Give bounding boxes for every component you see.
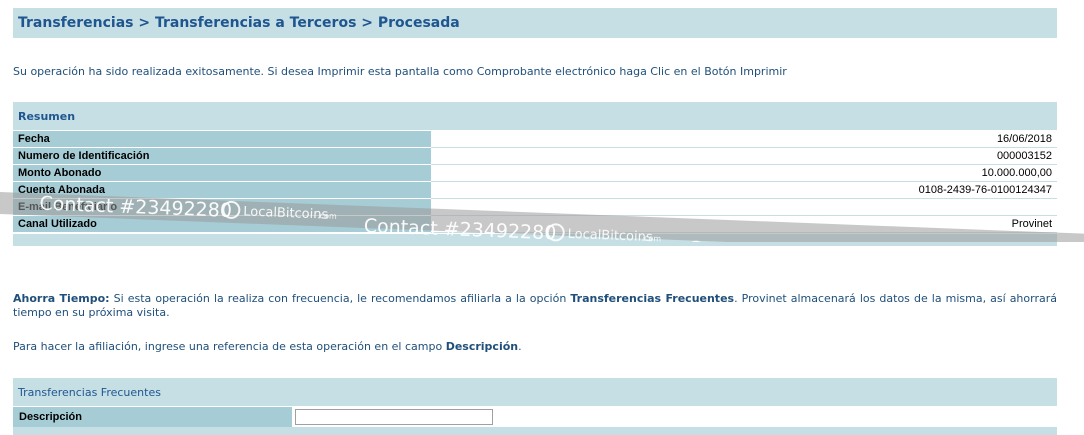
table-row: Numero de Identificación 000003152	[13, 147, 1057, 165]
row-value: Provinet	[431, 215, 1057, 233]
tip-bold: Transferencias Frecuentes	[570, 292, 735, 305]
affiliation-text: Para hacer la afiliación, ingrese una re…	[13, 340, 446, 353]
frequent-footer	[13, 428, 1057, 435]
summary-header: Resumen	[13, 102, 1057, 130]
frequent-header: Transferencias Frecuentes	[13, 378, 1057, 406]
affiliation-paragraph: Para hacer la afiliación, ingrese una re…	[13, 340, 1057, 354]
table-row: E-mail Beneficiario	[13, 198, 1057, 216]
tip-text: Si esta operación la realiza con frecuen…	[109, 292, 571, 305]
breadcrumb-bar: Transferencias > Transferencias a Tercer…	[13, 8, 1057, 38]
description-input[interactable]	[295, 409, 493, 425]
row-value: 0108-2439-76-0100124347	[431, 181, 1057, 199]
row-label: Fecha	[13, 131, 431, 148]
summary-footer	[13, 234, 1057, 246]
success-message: Su operación ha sido realizada exitosame…	[13, 65, 787, 78]
table-row: Monto Abonado 10.000.000,00	[13, 164, 1057, 182]
breadcrumb: Transferencias > Transferencias a Tercer…	[18, 15, 460, 31]
tip-paragraph: Ahorra Tiempo: Si esta operación la real…	[13, 292, 1057, 320]
affiliation-end: .	[518, 340, 522, 353]
row-label: Canal Utilizado	[13, 215, 431, 233]
summary-title: Resumen	[18, 110, 76, 123]
affiliation-bold: Descripción	[445, 340, 519, 353]
row-value: 10.000.000,00	[431, 164, 1057, 182]
description-label: Descripción	[13, 407, 292, 427]
description-row: Descripción	[13, 407, 1057, 428]
row-label: Numero de Identificación	[13, 147, 431, 165]
row-label: Monto Abonado	[13, 164, 431, 182]
table-row: Canal Utilizado Provinet	[13, 215, 1057, 233]
table-row: Cuenta Abonada 0108-2439-76-0100124347	[13, 181, 1057, 199]
tip-lead: Ahorra Tiempo:	[13, 292, 110, 305]
table-row: Fecha 16/06/2018	[13, 131, 1057, 148]
summary-table: Fecha 16/06/2018 Numero de Identificació…	[13, 131, 1057, 233]
row-label: Cuenta Abonada	[13, 181, 431, 199]
row-value: 000003152	[431, 147, 1057, 165]
row-value	[431, 198, 1057, 216]
row-label: E-mail Beneficiario	[13, 198, 431, 216]
frequent-title: Transferencias Frecuentes	[18, 386, 161, 399]
row-value: 16/06/2018	[431, 131, 1057, 148]
